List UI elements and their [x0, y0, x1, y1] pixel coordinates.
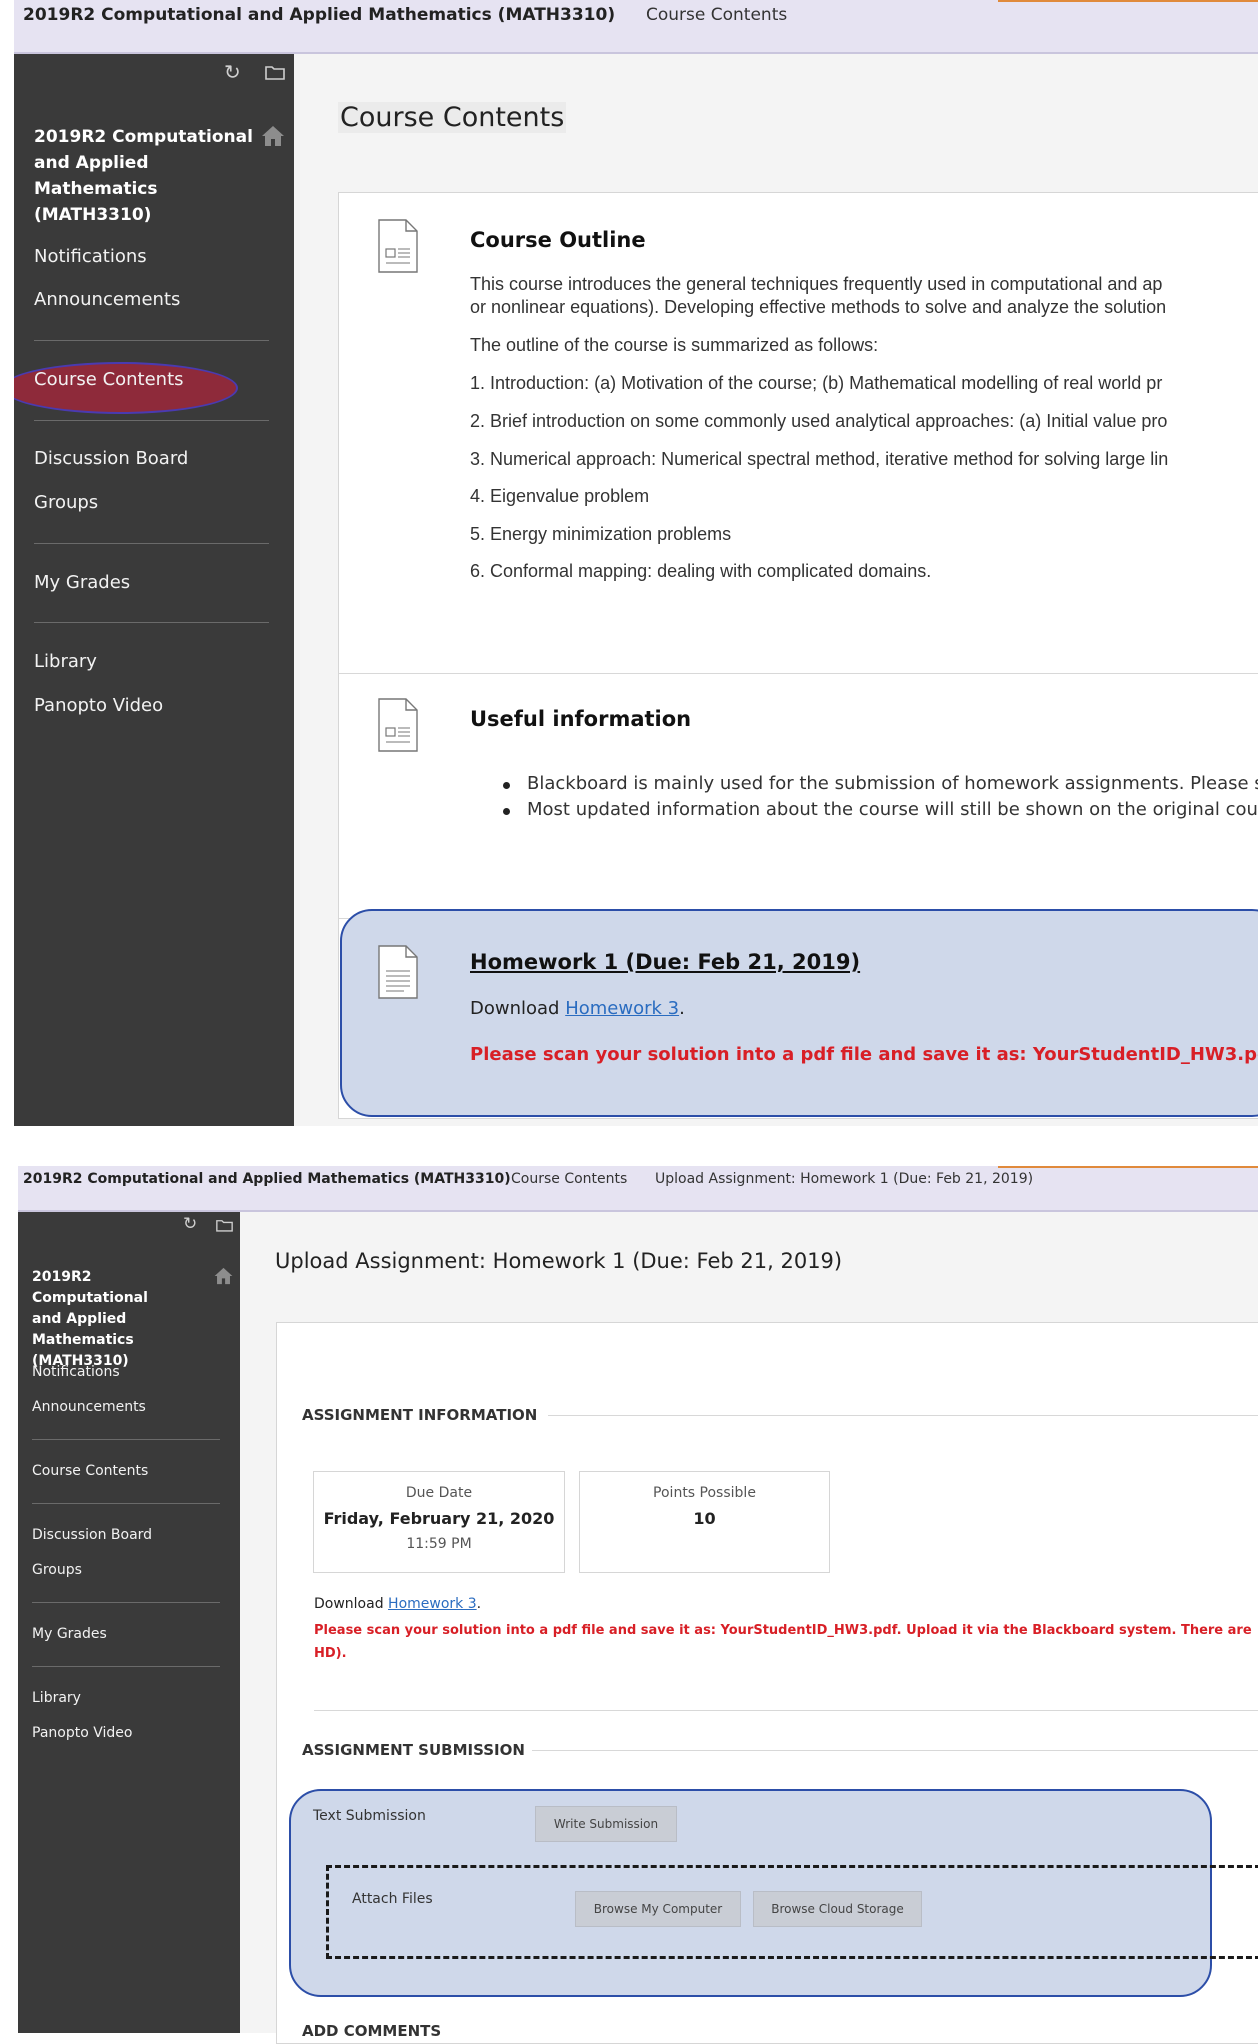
folder-icon[interactable]: [265, 64, 285, 80]
sidebar-item-announcements[interactable]: Announcements: [32, 1399, 146, 1415]
section-rule: [532, 1750, 1258, 1751]
assignment-instruction-line2: HD).: [314, 1646, 347, 1661]
section-rule: [314, 1710, 1258, 1711]
top-course-title[interactable]: 2019R2 Computational and Applied Mathema…: [23, 5, 615, 25]
sidebar-divider: [32, 1666, 220, 1667]
due-date-value: Friday, February 21, 2020: [323, 1509, 555, 1528]
outline-item: 4. Eigenvalue problem: [470, 486, 650, 506]
outline-item: 1. Introduction: (a) Motivation of the c…: [470, 373, 1163, 393]
section-rule: [548, 1415, 1258, 1416]
sidebar-item-library[interactable]: Library: [32, 1690, 81, 1706]
useful-info-bullet: Most updated information about the cours…: [527, 799, 1258, 820]
sidebar-item-my-grades[interactable]: My Grades: [32, 1626, 107, 1642]
outline-item: 2. Brief introduction on some commonly u…: [470, 411, 1168, 431]
bullet-dot: [503, 808, 510, 815]
due-date-label: Due Date: [405, 1485, 473, 1501]
sidebar-item-discussion-board[interactable]: Discussion Board: [34, 448, 188, 469]
attach-files-label: Attach Files: [352, 1891, 433, 1907]
sidebar-item-panopto-video[interactable]: Panopto Video: [34, 695, 163, 716]
sidebar-divider: [34, 420, 269, 421]
folder-icon[interactable]: [216, 1218, 233, 1232]
homework-3-link[interactable]: Homework 3: [388, 1596, 477, 1612]
assignment-instruction-line1: Please scan your solution into a pdf fil…: [314, 1623, 1252, 1638]
bottom-breadcrumb-course-contents[interactable]: Course Contents: [511, 1171, 627, 1187]
top-page-title: Course Contents: [338, 102, 567, 133]
homework-title-link[interactable]: Homework 1 (Due: Feb 21, 2019): [470, 950, 860, 974]
home-icon[interactable]: [260, 124, 286, 148]
item-separator: [339, 673, 1258, 674]
sidebar-divider: [32, 1602, 220, 1603]
due-date-card: Due Date Friday, February 21, 2020 11:59…: [313, 1471, 565, 1573]
browse-cloud-storage-button[interactable]: Browse Cloud Storage: [753, 1891, 922, 1927]
sidebar-divider: [34, 543, 269, 544]
text-submission-label: Text Submission: [313, 1808, 426, 1824]
top-sidebar: ↻ 2019R2 Computational and Applied Mathe…: [14, 54, 294, 1126]
homework-3-link[interactable]: Homework 3: [565, 998, 679, 1019]
refresh-icon[interactable]: ↻: [224, 60, 241, 84]
sidebar-divider: [34, 622, 269, 623]
bullet-dot: [503, 782, 510, 789]
bottom-sidebar-course-name[interactable]: 2019R2 Computational and Applied Mathema…: [32, 1267, 212, 1372]
sidebar-item-course-contents[interactable]: Course Contents: [34, 369, 184, 390]
bottom-sidebar: ↻ 2019R2 Computational and Applied Mathe…: [18, 1212, 240, 2033]
refresh-icon[interactable]: ↻: [183, 1214, 197, 1234]
sidebar-divider: [32, 1439, 220, 1440]
points-value: 10: [693, 1509, 716, 1528]
sidebar-item-notifications[interactable]: Notifications: [32, 1364, 120, 1380]
homework-download-line: Download Homework 3.: [470, 998, 685, 1019]
browse-my-computer-button[interactable]: Browse My Computer: [575, 1891, 741, 1927]
sidebar-item-discussion-board[interactable]: Discussion Board: [32, 1527, 152, 1543]
points-possible-card: Points Possible 10: [579, 1471, 830, 1573]
homework-instruction: Please scan your solution into a pdf fil…: [470, 1044, 1258, 1065]
assignment-info-heading: ASSIGNMENT INFORMATION: [302, 1406, 538, 1424]
sidebar-item-notifications[interactable]: Notifications: [34, 246, 147, 267]
outline-item: 6. Conformal mapping: dealing with compl…: [470, 561, 932, 581]
sidebar-divider: [34, 340, 269, 341]
outline-item: 5. Energy minimization problems: [470, 524, 732, 544]
course-outline-summary: The outline of the course is summarized …: [470, 335, 879, 355]
outline-item: 3. Numerical approach: Numerical spectra…: [470, 449, 1169, 469]
document-icon: [378, 698, 418, 752]
course-outline-title[interactable]: Course Outline: [470, 228, 646, 252]
sidebar-item-library[interactable]: Library: [34, 651, 97, 672]
sidebar-item-panopto-video[interactable]: Panopto Video: [32, 1725, 132, 1741]
document-icon: [378, 219, 418, 273]
due-time-value: 11:59 PM: [406, 1536, 472, 1552]
useful-information-title[interactable]: Useful information: [470, 707, 691, 731]
course-outline-intro-line2: or nonlinear equations). Developing effe…: [470, 297, 1167, 317]
write-submission-button[interactable]: Write Submission: [535, 1806, 677, 1842]
bottom-header-bar: 2019R2 Computational and Applied Mathema…: [18, 1166, 1258, 1212]
add-comments-heading: ADD COMMENTS: [302, 2022, 442, 2040]
assignment-download-line: Download Homework 3.: [314, 1596, 482, 1612]
bottom-course-title[interactable]: 2019R2 Computational and Applied Mathema…: [23, 1171, 511, 1187]
bottom-page-title: Upload Assignment: Homework 1 (Due: Feb …: [275, 1249, 843, 1273]
top-sidebar-course-name[interactable]: 2019R2 Computational and Applied Mathema…: [34, 124, 264, 228]
sidebar-divider: [32, 1503, 220, 1504]
assignment-submission-heading: ASSIGNMENT SUBMISSION: [302, 1741, 525, 1759]
points-label: Points Possible: [653, 1485, 756, 1501]
useful-info-bullet: Blackboard is mainly used for the submis…: [527, 773, 1258, 794]
bottom-breadcrumb-upload[interactable]: Upload Assignment: Homework 1 (Due: Feb …: [655, 1171, 1033, 1187]
sidebar-item-course-contents[interactable]: Course Contents: [32, 1463, 148, 1479]
course-outline-intro-line1: This course introduces the general techn…: [470, 274, 1163, 294]
top-header-bar: 2019R2 Computational and Applied Mathema…: [14, 0, 1258, 54]
sidebar-item-groups[interactable]: Groups: [32, 1562, 82, 1578]
sidebar-item-announcements[interactable]: Announcements: [34, 289, 180, 310]
sidebar-item-groups[interactable]: Groups: [34, 492, 98, 513]
top-breadcrumb-course-contents[interactable]: Course Contents: [646, 5, 787, 25]
home-icon[interactable]: [213, 1266, 234, 1286]
document-icon: [378, 945, 418, 999]
sidebar-item-my-grades[interactable]: My Grades: [34, 572, 130, 593]
